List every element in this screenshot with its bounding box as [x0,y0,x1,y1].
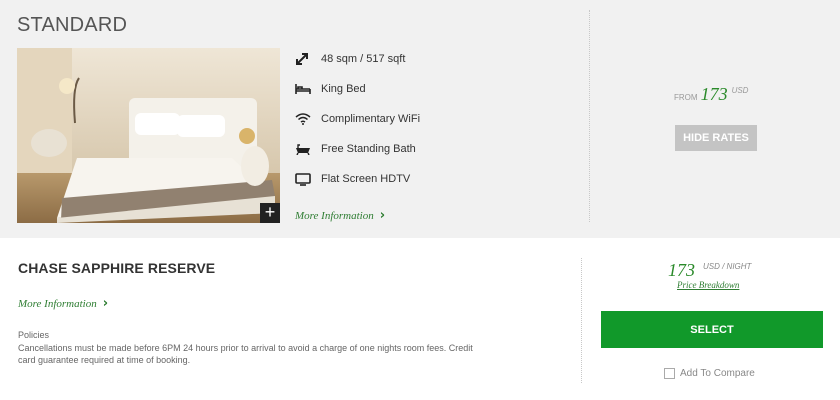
amenity-room-size: 48 sqm / 517 sqft [295,44,420,74]
rate-more-info-link[interactable]: More Information › [18,296,108,311]
bathtub-icon [295,143,321,155]
amenity-label: Flat Screen HDTV [321,173,411,185]
hide-rates-button[interactable]: HIDE RATES [675,125,757,151]
room-size-icon [295,52,321,66]
amenity-label: 48 sqm / 517 sqft [321,53,406,65]
room-title: STANDARD [17,14,128,36]
add-to-compare[interactable]: Add To Compare [664,368,755,379]
amenity-label: King Bed [321,83,366,95]
wifi-icon [295,113,321,125]
chevron-right-icon: › [379,208,386,223]
more-info-label: More Information [295,209,374,222]
room-photo-image [17,48,280,223]
rate-divider [581,258,582,383]
room-more-info-link[interactable]: More Information › [295,208,385,223]
nightly-price-value: 173 [668,260,695,280]
rate-title: CHASE SAPPHIRE RESERVE [18,260,216,276]
amenity-tv: Flat Screen HDTV [295,164,420,194]
select-button[interactable]: SELECT [601,311,823,348]
price-breakdown-link[interactable]: Price Breakdown [677,280,739,290]
amenity-label: Free Standing Bath [321,143,416,155]
policies-label: Policies [18,330,50,340]
from-currency: USD [731,86,749,95]
room-photo[interactable]: + [17,48,280,223]
tv-icon [295,172,321,186]
policies-text: Cancellations must be made before 6PM 24… [18,343,473,365]
room-card: STANDARD + 48 sqm / 517 sqft King Bed Co… [0,0,840,238]
from-price: FROM 173 USD [674,84,748,105]
amenity-list: 48 sqm / 517 sqft King Bed Complimentary… [295,44,420,194]
nightly-price-unit: USD / NIGHT [703,262,752,271]
amenity-label: Complimentary WiFi [321,113,421,125]
amenity-wifi: Complimentary WiFi [295,104,420,134]
compare-checkbox[interactable] [664,368,675,379]
from-price-value: 173 [700,84,728,104]
photo-expand-button[interactable]: + [260,203,280,223]
room-divider [589,10,590,222]
compare-label: Add To Compare [680,368,755,379]
bed-icon [295,83,321,95]
chevron-right-icon: › [102,296,109,311]
more-info-label: More Information [18,297,97,310]
amenity-bed: King Bed [295,74,420,104]
amenity-bath: Free Standing Bath [295,134,420,164]
nightly-price: 173 USD / NIGHT [668,260,751,281]
from-label: FROM [674,93,698,102]
